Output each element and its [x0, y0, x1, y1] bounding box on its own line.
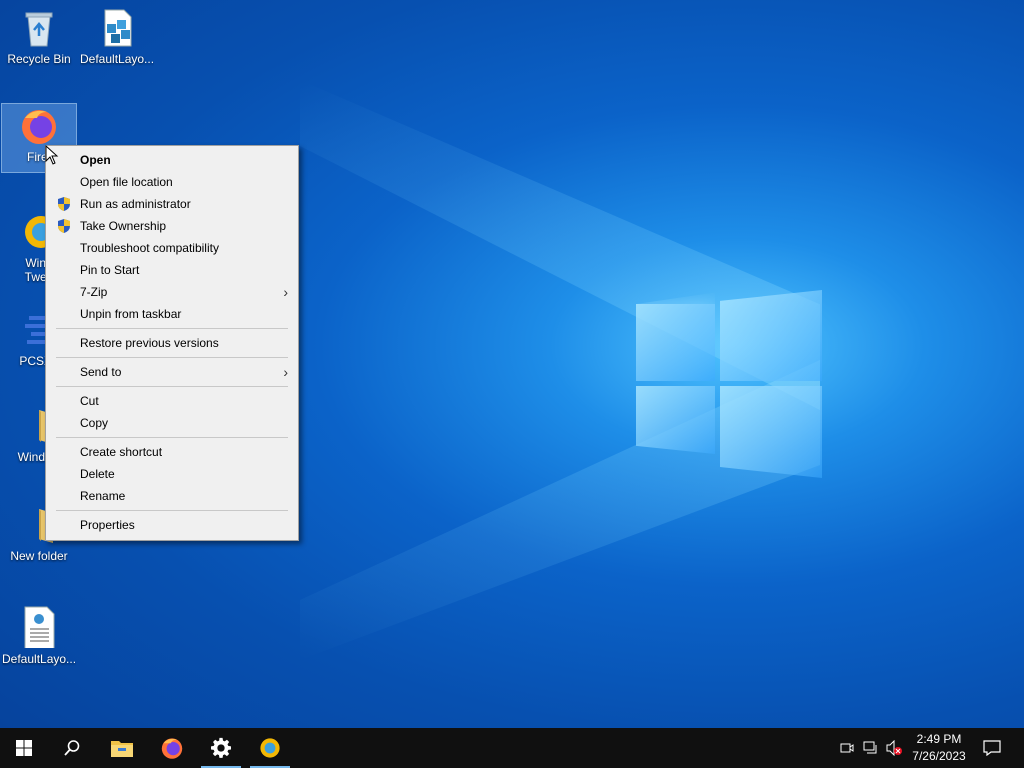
- mouse-cursor-icon: [45, 145, 59, 165]
- xml-file-icon: [24, 606, 55, 648]
- menu-item-copy[interactable]: Copy: [46, 412, 298, 434]
- network-icon: [863, 741, 877, 754]
- menu-item-properties[interactable]: Properties: [46, 514, 298, 536]
- menu-item-rename[interactable]: Rename: [46, 485, 298, 507]
- firefox-icon: [161, 738, 183, 759]
- action-center-button[interactable]: [978, 728, 1006, 768]
- taskbar-firefox[interactable]: [148, 728, 196, 768]
- menu-separator: [56, 357, 288, 358]
- chevron-right-icon: ›: [283, 364, 288, 380]
- taskbar-clock[interactable]: 2:49 PM 7/26/2023: [904, 731, 974, 765]
- menu-separator: [56, 437, 288, 438]
- windows-start-icon: [16, 740, 32, 756]
- recycle-bin-icon: [25, 12, 53, 47]
- meet-now-button[interactable]: [838, 728, 856, 768]
- search-button[interactable]: [48, 728, 96, 768]
- uac-shield-icon: [58, 197, 70, 211]
- menu-item-cut[interactable]: Cut: [46, 390, 298, 412]
- desktop-icon-label: Recycle Bin: [7, 52, 71, 66]
- menu-item-7zip[interactable]: 7-Zip ›: [46, 281, 298, 303]
- gear-icon: [211, 737, 231, 758]
- desktop-icon-defaultlayout-xml[interactable]: DefaultLayo...: [2, 602, 76, 666]
- desktop-icon-label: DefaultLayo...: [80, 52, 154, 66]
- menu-item-send-to[interactable]: Send to ›: [46, 361, 298, 383]
- volume-button[interactable]: [884, 728, 904, 768]
- wallpaper-windows-logo: [636, 290, 822, 480]
- start-button[interactable]: [0, 728, 48, 768]
- file-explorer-icon: [111, 741, 133, 757]
- menu-item-open[interactable]: Open: [46, 149, 298, 171]
- winaero-tweaker-icon: [260, 738, 280, 758]
- clock-date: 7/26/2023: [912, 749, 966, 763]
- desktop-icon-defaultlayout-reg[interactable]: DefaultLayo...: [80, 8, 154, 66]
- desktop-icon-recycle-bin[interactable]: Recycle Bin: [2, 8, 76, 66]
- taskbar-winaero-tweaker[interactable]: [246, 728, 294, 768]
- menu-item-delete[interactable]: Delete: [46, 463, 298, 485]
- menu-item-restore-previous-versions[interactable]: Restore previous versions: [46, 332, 298, 354]
- chevron-right-icon: ›: [283, 284, 288, 300]
- desktop-icon-label: New folder: [10, 549, 68, 563]
- menu-item-unpin-from-taskbar[interactable]: Unpin from taskbar: [46, 303, 298, 325]
- network-button[interactable]: [861, 728, 881, 768]
- meet-now-icon: [840, 743, 854, 753]
- menu-item-take-ownership[interactable]: Take Ownership: [46, 215, 298, 237]
- taskbar: 2:49 PM 7/26/2023: [0, 728, 1024, 768]
- menu-item-pin-to-start[interactable]: Pin to Start: [46, 259, 298, 281]
- registry-file-icon: [104, 9, 132, 47]
- uac-shield-icon: [58, 219, 70, 233]
- taskbar-settings[interactable]: [197, 728, 245, 768]
- taskbar-file-explorer[interactable]: [98, 728, 146, 768]
- menu-item-troubleshoot-compatibility[interactable]: Troubleshoot compatibility: [46, 237, 298, 259]
- volume-muted-icon: [886, 740, 902, 756]
- menu-item-run-as-administrator[interactable]: Run as administrator: [46, 193, 298, 215]
- menu-item-create-shortcut[interactable]: Create shortcut: [46, 441, 298, 463]
- desktop-icon-label: DefaultLayo...: [2, 652, 76, 666]
- menu-separator: [56, 386, 288, 387]
- menu-separator: [56, 328, 288, 329]
- notification-icon: [983, 740, 1001, 756]
- firefox-icon: [22, 110, 56, 144]
- search-icon: [64, 740, 80, 756]
- context-menu: Open Open file location Run as administr…: [45, 145, 299, 541]
- menu-separator: [56, 510, 288, 511]
- clock-time: 2:49 PM: [916, 732, 962, 746]
- menu-item-open-file-location[interactable]: Open file location: [46, 171, 298, 193]
